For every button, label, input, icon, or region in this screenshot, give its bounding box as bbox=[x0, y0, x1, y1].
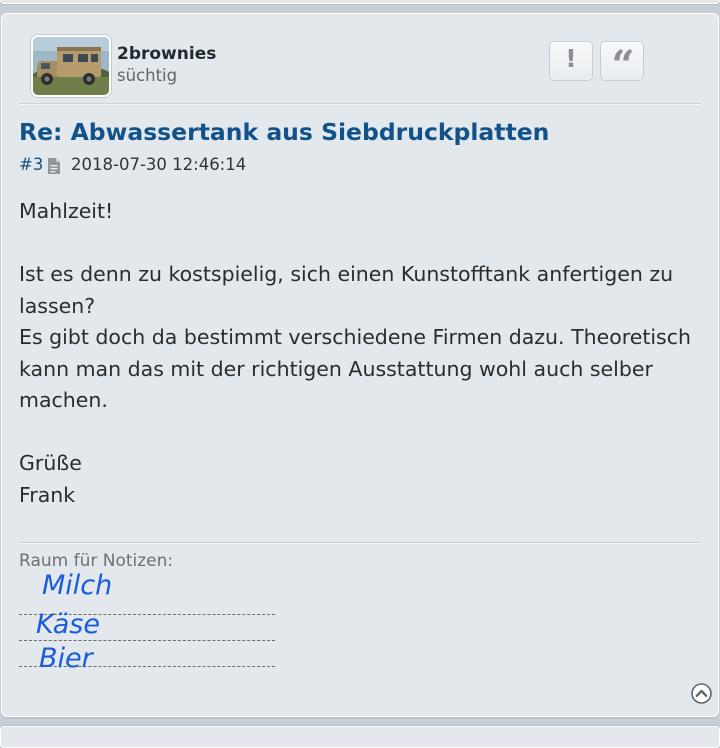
post-number-link[interactable]: #3 bbox=[19, 155, 43, 174]
document-icon[interactable] bbox=[46, 157, 62, 175]
report-button[interactable]: ! bbox=[549, 41, 593, 81]
signature-label: Raum für Notizen: bbox=[19, 551, 174, 571]
avatar[interactable] bbox=[31, 35, 111, 97]
exclamation-icon: ! bbox=[565, 44, 577, 73]
previous-post-edge bbox=[0, 0, 720, 4]
post-timestamp: 2018-07-30 12:46:14 bbox=[71, 155, 247, 174]
greeting-text: Mahlzeit! bbox=[19, 199, 114, 223]
avatar-image bbox=[33, 37, 109, 95]
username[interactable]: 2brownies bbox=[117, 44, 216, 64]
back-to-top-icon[interactable] bbox=[691, 683, 712, 704]
note-item: Bier bbox=[39, 643, 93, 674]
paragraph-text: Ist es denn zu kostspielig, sich einen K… bbox=[19, 262, 674, 318]
note-item: Milch bbox=[42, 570, 113, 601]
note-item: Käse bbox=[36, 609, 100, 640]
paragraph-text: Es gibt doch da bestimmt verschiedene Fi… bbox=[19, 325, 692, 412]
signature-divider bbox=[19, 542, 701, 544]
quote-icon: “ bbox=[611, 42, 634, 89]
closing-text: Grüße bbox=[19, 451, 82, 475]
quote-button[interactable]: “ bbox=[600, 41, 644, 86]
user-rank: süchtig bbox=[117, 66, 178, 85]
post-title[interactable]: Re: Abwassertank aus Siebdruckplatten bbox=[19, 118, 549, 146]
note-line bbox=[19, 640, 275, 641]
next-post-edge bbox=[0, 726, 720, 748]
divider bbox=[19, 103, 701, 105]
post-content: Mahlzeit! Ist es denn zu kostspielig, si… bbox=[19, 196, 701, 511]
signoff-name: Frank bbox=[19, 482, 76, 507]
